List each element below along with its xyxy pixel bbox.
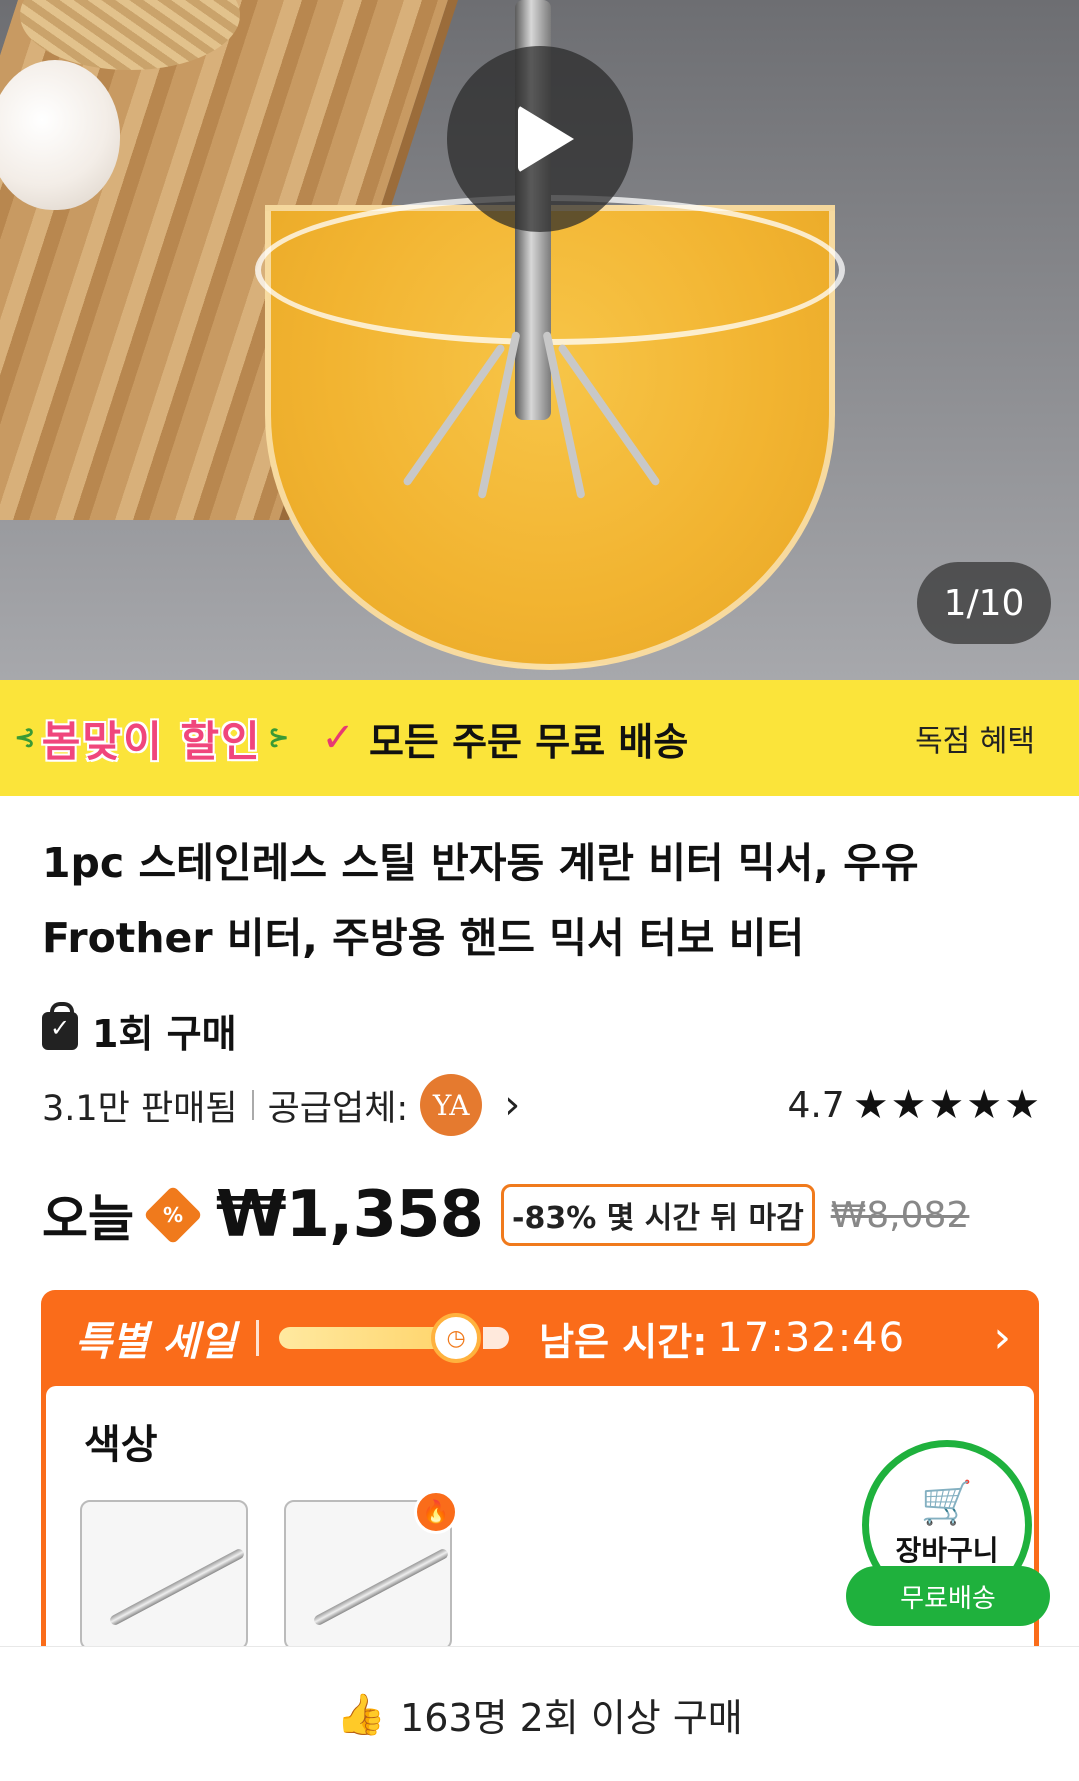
one-time-purchase: 1회 구매 bbox=[42, 1001, 237, 1058]
star-rating-icon: ★★★★★ bbox=[852, 1082, 1042, 1128]
fire-icon: 🔥 bbox=[414, 1490, 458, 1534]
promo-banner[interactable]: ⊰ 봄맞이 할인 ⊱ ✓ 모든 주문 무료 배송 독점 혜택 bbox=[0, 680, 1079, 796]
whisk-thumbnail bbox=[312, 1547, 450, 1627]
rating[interactable]: 4.7 ★★★★★ bbox=[787, 1082, 1042, 1128]
color-option-2[interactable]: 🔥 bbox=[284, 1490, 458, 1650]
remaining-time-label: 남은 시간: bbox=[539, 1319, 708, 1364]
time-progress-remaining bbox=[483, 1327, 510, 1349]
leaf-icon: ⊱ bbox=[267, 723, 290, 753]
sales-supplier-row: 3.1만 판매됨 공급업체: YA › 4.7 ★★★★★ bbox=[42, 1074, 1042, 1136]
color-option-1[interactable] bbox=[80, 1500, 248, 1650]
current-price: ₩1,358 bbox=[216, 1178, 484, 1252]
repeat-purchase-text: 163명 2회 이상 구매 bbox=[400, 1695, 743, 1740]
free-shipping-label: 모든 주문 무료 배송 bbox=[368, 719, 689, 764]
supplier-label: 공급업체: bbox=[267, 1088, 409, 1129]
deal-badge: -83% 몇 시간 뒤 마감 bbox=[501, 1184, 815, 1246]
cart-label: 장바구니 bbox=[895, 1534, 999, 1567]
special-sale-header[interactable]: 특별 세일 ◷ 남은 시간: 17:32:46 › bbox=[41, 1290, 1039, 1386]
today-label: 오늘 bbox=[42, 1190, 134, 1248]
thumbs-up-icon: 👍 bbox=[336, 1691, 387, 1738]
original-price: ₩8,082 bbox=[830, 1194, 970, 1236]
cart-icon: 🛒 bbox=[920, 1478, 974, 1527]
special-sale-title: 특별 세일 bbox=[75, 1319, 237, 1365]
divider bbox=[251, 1090, 254, 1120]
check-icon: ✓ bbox=[321, 715, 355, 761]
image-counter: 1/10 bbox=[917, 562, 1051, 644]
one-time-purchase-label: 1회 구매 bbox=[92, 1012, 237, 1056]
play-video-button[interactable] bbox=[447, 46, 633, 232]
leaf-icon: ⊰ bbox=[14, 723, 36, 753]
discount-tag-icon: % bbox=[143, 1185, 203, 1245]
chevron-right-icon[interactable]: › bbox=[504, 1082, 520, 1128]
product-image-carousel[interactable]: 1/10 bbox=[0, 0, 1079, 680]
repeat-purchase-bar: 👍 163명 2회 이상 구매 bbox=[0, 1646, 1079, 1781]
exclusive-benefit-link[interactable]: 독점 혜택 bbox=[915, 716, 1035, 760]
spring-sale-label: 봄맞이 할인 bbox=[41, 716, 262, 766]
countdown-timer: 17:32:46 bbox=[717, 1315, 906, 1361]
time-progress-bar: ◷ bbox=[279, 1313, 482, 1363]
play-icon bbox=[518, 105, 574, 173]
rating-value: 4.7 bbox=[787, 1084, 845, 1126]
chevron-right-icon[interactable]: › bbox=[993, 1312, 1011, 1363]
divider bbox=[256, 1320, 260, 1356]
egg-shell-image bbox=[0, 60, 120, 210]
free-shipping-badge: 무료배송 bbox=[846, 1566, 1050, 1626]
color-label: 색상 bbox=[84, 1422, 158, 1468]
shopping-bag-icon bbox=[42, 1001, 78, 1050]
sold-count: 3.1만 판매됨 bbox=[42, 1088, 238, 1129]
whisk-thumbnail bbox=[108, 1547, 246, 1627]
product-title: 1pc 스테인레스 스틸 반자동 계란 비터 믹서, 우유 Frother 비터… bbox=[42, 839, 919, 962]
supplier-badge[interactable]: YA bbox=[420, 1074, 483, 1136]
price-row: 오늘 % ₩1,358 -83% 몇 시간 뒤 마감 ₩8,082 bbox=[42, 1175, 969, 1255]
clock-icon: ◷ bbox=[431, 1313, 482, 1363]
